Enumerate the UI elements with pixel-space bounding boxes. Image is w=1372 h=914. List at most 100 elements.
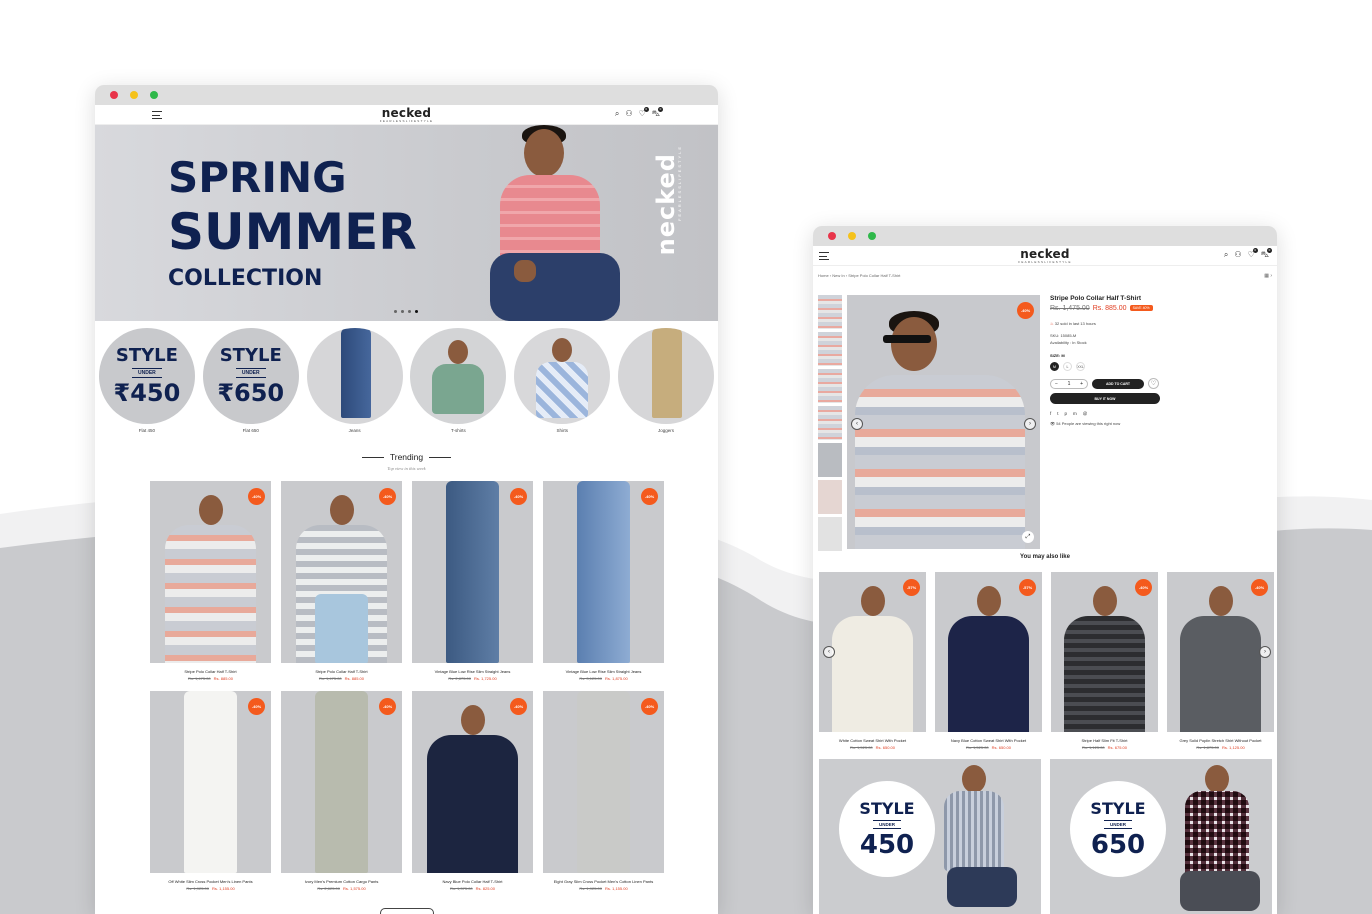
product-name[interactable]: Vintage Blue Low Rise Slim Straight Jean… bbox=[435, 669, 511, 674]
product-card[interactable]: -40% Vintage Blue Low Rise Slim Straight … bbox=[543, 481, 664, 681]
product-name[interactable]: Eight Gray Slim Cross Pocket Men's Cotto… bbox=[554, 879, 653, 884]
product-image[interactable]: -40% bbox=[543, 691, 664, 873]
product-image[interactable]: -40% bbox=[281, 691, 402, 873]
facebook-icon[interactable]: f bbox=[1050, 411, 1051, 416]
quantity-value: 1 bbox=[1067, 380, 1071, 387]
product-name[interactable]: White Cotton Sweat Shirt With Pocket bbox=[839, 738, 906, 743]
prev-image-arrow[interactable]: ‹ bbox=[851, 418, 863, 430]
thumbnail[interactable] bbox=[818, 369, 842, 403]
cart-icon[interactable]: ⛍ 0 bbox=[1261, 248, 1272, 259]
hero-model bbox=[480, 125, 630, 321]
breadcrumb[interactable]: Home › New In › Stripe Polo Collar Half … bbox=[813, 266, 1277, 279]
product-image[interactable]: -40% bbox=[1051, 572, 1158, 732]
category-flat-450[interactable]: STYLE UNDER ₹450 Flat 450 bbox=[95, 328, 199, 433]
style-under-650-banner[interactable]: STYLE UNDER 650 bbox=[1050, 759, 1272, 914]
search-icon[interactable]: ⌕ bbox=[615, 110, 619, 118]
size-option-m[interactable]: M bbox=[1050, 362, 1059, 371]
style-under-450-banner[interactable]: STYLE UNDER 450 bbox=[819, 759, 1041, 914]
product-name[interactable]: Navy Blue Polo Collar Half T-Shirt bbox=[443, 879, 503, 884]
hero-slider-dots[interactable] bbox=[394, 310, 418, 313]
sale-price: Rs. 1,575.00 bbox=[343, 886, 366, 891]
product-image[interactable]: -40% bbox=[1167, 572, 1274, 732]
product-name[interactable]: Grey Solid Poplin Stretch Shirt Without … bbox=[1179, 738, 1261, 743]
product-name[interactable]: Off White Slim Cross Pocket Men's Linen … bbox=[168, 879, 252, 884]
email-icon[interactable]: @ bbox=[1083, 411, 1088, 416]
size-option-l[interactable]: L bbox=[1063, 362, 1072, 371]
menu-icon[interactable] bbox=[152, 111, 162, 119]
user-icon[interactable]: ⚇ bbox=[1234, 251, 1241, 259]
menu-icon[interactable] bbox=[819, 252, 829, 260]
main-product-image[interactable]: -40% ‹ › ⤢ bbox=[847, 295, 1040, 549]
category-flat-650[interactable]: STYLE UNDER ₹650 Flat 650 bbox=[199, 328, 303, 433]
plus-icon[interactable]: + bbox=[1080, 381, 1083, 387]
site-logo[interactable]: necked FEARLESSLIFESTYLE bbox=[1018, 248, 1072, 264]
product-card[interactable]: -40% Grey Solid Poplin Stretch Shirt With… bbox=[1167, 572, 1274, 750]
add-to-cart-button[interactable]: ADD TO CART bbox=[1092, 378, 1144, 389]
pinterest-icon[interactable]: p bbox=[1065, 411, 1068, 416]
product-card[interactable]: -40% Off White Slim Cross Pocket Men's Li… bbox=[150, 691, 271, 891]
maximize-dot[interactable] bbox=[150, 91, 158, 99]
zoom-icon[interactable]: ⤢ bbox=[1022, 531, 1034, 543]
site-logo[interactable]: necked FEARLESSLIFESTYLE bbox=[380, 107, 434, 123]
close-dot[interactable] bbox=[110, 91, 118, 99]
minimize-dot[interactable] bbox=[130, 91, 138, 99]
product-name[interactable]: Stripe Half Slim Fit T-Shirt bbox=[1082, 738, 1128, 743]
close-dot[interactable] bbox=[828, 232, 836, 240]
user-icon[interactable]: ⚇ bbox=[625, 110, 632, 118]
product-name[interactable]: Vintage Blue Low Rise Slim Straight Jean… bbox=[566, 669, 642, 674]
thumbnail[interactable] bbox=[818, 332, 842, 366]
product-card[interactable]: -40% Navy Blue Polo Collar Half T-Shirt Rs… bbox=[412, 691, 533, 891]
product-card[interactable]: -40% Ivory Men's Premium Cotton Cargo Pan… bbox=[281, 691, 402, 891]
next-image-arrow[interactable]: › bbox=[1024, 418, 1036, 430]
thumbnail[interactable] bbox=[818, 443, 842, 477]
product-name[interactable]: Stripe Polo Collar Half T-Shirt bbox=[315, 669, 367, 674]
product-card[interactable]: -40% Stripe Half Slim Fit T-Shirt Rs. 1,12… bbox=[1051, 572, 1158, 750]
product-image[interactable]: -40% bbox=[543, 481, 664, 663]
thumbnail[interactable] bbox=[818, 406, 842, 440]
category-tshirts[interactable]: T-shirts bbox=[406, 328, 510, 433]
product-card[interactable]: -40% Stripe Polo Collar Half T-Shirt Rs. 1… bbox=[150, 481, 271, 681]
buy-now-button[interactable]: BUY IT NOW bbox=[1050, 393, 1160, 404]
product-card[interactable]: -40% Stripe Polo Collar Half T-Shirt Rs. 1… bbox=[281, 481, 402, 681]
heart-icon[interactable]: ♡ 0 bbox=[639, 107, 649, 118]
product-card[interactable]: -40% Eight Gray Slim Cross Pocket Men's C… bbox=[543, 691, 664, 891]
grid-view-icon[interactable]: ▦ › bbox=[1264, 273, 1272, 279]
related-prev-arrow[interactable]: ‹ bbox=[823, 646, 835, 658]
product-price: Rs. 2,625.00 Rs. 1,575.00 bbox=[317, 886, 365, 891]
product-image[interactable]: -40% bbox=[412, 481, 533, 663]
product-card[interactable]: -57% Navy Blue Cotton Sweat Shirt With Po… bbox=[935, 572, 1042, 750]
product-name[interactable]: Ivory Men's Premium Cotton Cargo Pants bbox=[305, 879, 379, 884]
thumbnail[interactable] bbox=[818, 517, 842, 551]
product-card[interactable]: -57% White Cotton Sweat Shirt With Pocket… bbox=[819, 572, 926, 750]
maximize-dot[interactable] bbox=[868, 232, 876, 240]
product-image[interactable]: -40% bbox=[412, 691, 533, 873]
wishlist-heart-icon[interactable]: ♡ bbox=[1148, 378, 1159, 389]
hero-vertical-logo: necked bbox=[652, 153, 680, 256]
heart-icon[interactable]: ♡ 0 bbox=[1248, 248, 1258, 259]
product-image[interactable]: -57% bbox=[935, 572, 1042, 732]
hero-banner[interactable]: SPRING SUMMER COLLECTION necked FEARLESS… bbox=[95, 125, 718, 321]
thumbnail[interactable] bbox=[818, 295, 842, 329]
sale-price: Rs. 885.00 bbox=[1092, 305, 1127, 312]
product-image[interactable]: -40% bbox=[150, 481, 271, 663]
category-shirts[interactable]: Shirts bbox=[510, 328, 614, 433]
product-name[interactable]: Stripe Polo Collar Half T-Shirt bbox=[184, 669, 236, 674]
messenger-icon[interactable]: m bbox=[1073, 411, 1077, 416]
related-next-arrow[interactable]: › bbox=[1259, 646, 1271, 658]
product-card[interactable]: -40% Vintage Blue Low Rise Slim Straight … bbox=[412, 481, 533, 681]
thumbnail[interactable] bbox=[818, 480, 842, 514]
twitter-icon[interactable]: t bbox=[1057, 411, 1058, 416]
load-more-button[interactable] bbox=[380, 908, 434, 914]
size-option-xxl[interactable]: XXL bbox=[1076, 362, 1085, 371]
product-image[interactable]: -40% bbox=[281, 481, 402, 663]
product-image[interactable]: -40% bbox=[150, 691, 271, 873]
minimize-dot[interactable] bbox=[848, 232, 856, 240]
search-icon[interactable]: ⌕ bbox=[1224, 251, 1228, 259]
product-name[interactable]: Navy Blue Cotton Sweat Shirt With Pocket bbox=[951, 738, 1026, 743]
quantity-stepper[interactable]: − 1 + bbox=[1050, 378, 1088, 389]
minus-icon[interactable]: − bbox=[1055, 381, 1058, 387]
cart-icon[interactable]: ⛍ 0 bbox=[652, 107, 663, 118]
category-jeans[interactable]: Jeans bbox=[303, 328, 407, 433]
category-joggers[interactable]: Joggers bbox=[614, 328, 718, 433]
product-image[interactable]: -57% bbox=[819, 572, 926, 732]
